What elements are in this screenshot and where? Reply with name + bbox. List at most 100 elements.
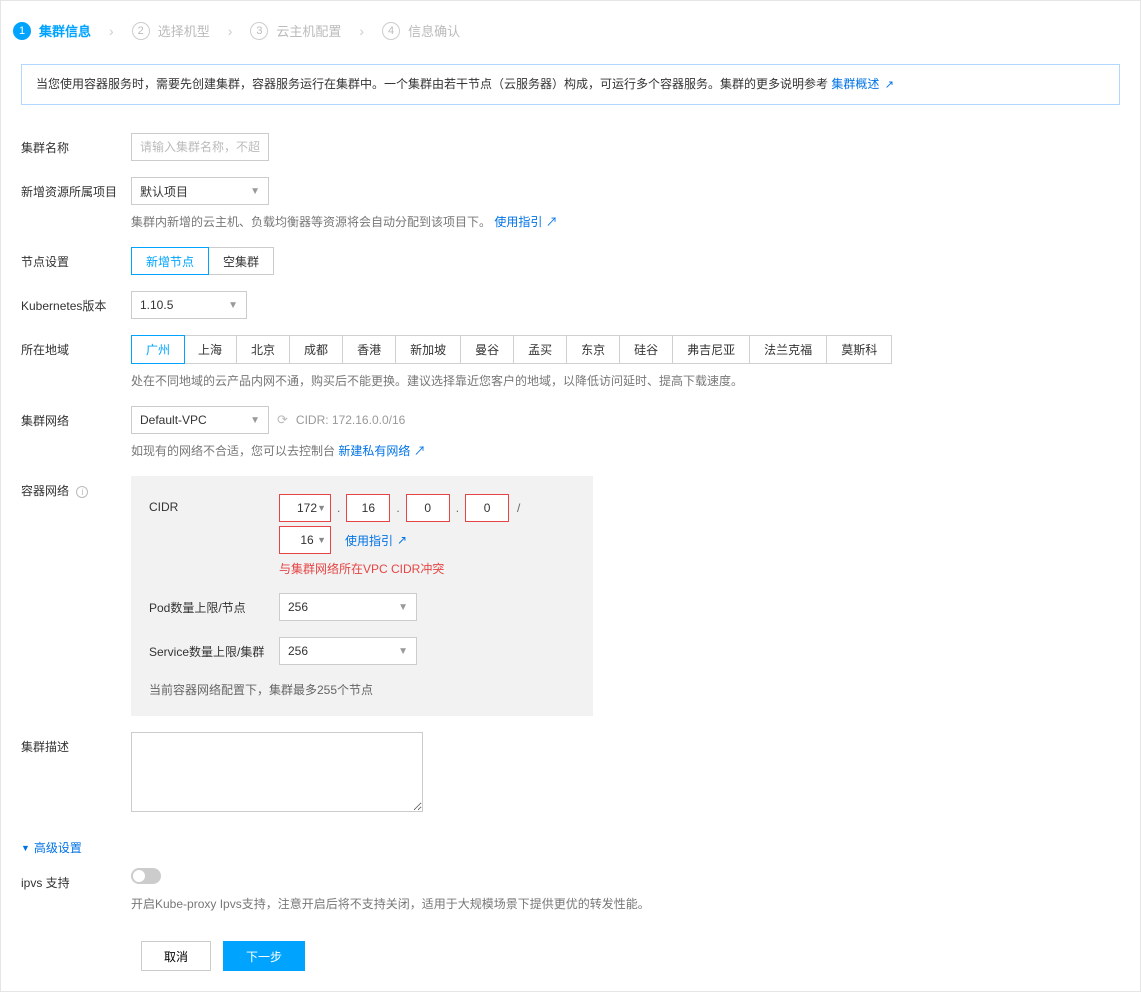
region-tab-virginia[interactable]: 弗吉尼亚 (673, 336, 750, 363)
region-tab-bangkok[interactable]: 曼谷 (461, 336, 514, 363)
network-select[interactable]: Default-VPC ▼ (131, 406, 269, 434)
cidr-octet-1-select[interactable]: 172 ▼ (279, 494, 331, 522)
cidr-error-text: 与集群网络所在VPC CIDR冲突 (279, 560, 575, 577)
cidr-dot: . (394, 501, 401, 515)
advanced-toggle[interactable]: ▼ 高级设置 (21, 839, 1120, 856)
info-banner-link[interactable]: 集群概述 (831, 77, 879, 91)
refresh-icon[interactable]: ⟳ (277, 412, 288, 428)
pods-limit-label: Pod数量上限/节点 (149, 599, 279, 616)
region-tab-hongkong[interactable]: 香港 (343, 336, 396, 363)
container-net-panel: CIDR 172 ▼ . 16 . 0 . (131, 476, 593, 716)
network-select-value: Default-VPC (140, 413, 207, 427)
region-tab-beijing[interactable]: 北京 (237, 336, 290, 363)
node-setting-label: 节点设置 (21, 247, 131, 270)
info-banner-text: 当您使用容器服务时，需要先创建集群，容器服务运行在集群中。一个集群由若干节点（云… (36, 77, 831, 91)
k8s-version-select[interactable]: 1.10.5 ▼ (131, 291, 247, 319)
external-link-icon: ↗ (885, 79, 894, 91)
region-tab-shanghai[interactable]: 上海 (184, 336, 237, 363)
step-2-number: 2 (132, 22, 150, 40)
network-help: 如现有的网络不合适，您可以去控制台 新建私有网络 ↗ (131, 442, 1120, 460)
node-setting-add-node[interactable]: 新增节点 (131, 247, 209, 275)
container-net-note: 当前容器网络配置下，集群最多255个节点 (149, 681, 575, 698)
network-cidr-text: CIDR: 172.16.0.0/16 (296, 413, 405, 427)
project-help-text: 集群内新增的云主机、负载均衡器等资源将会自动分配到该项目下。 (131, 215, 491, 229)
node-setting-empty-cluster[interactable]: 空集群 (208, 247, 274, 275)
region-tab-guangzhou[interactable]: 广州 (131, 335, 185, 364)
desc-label: 集群描述 (21, 732, 131, 755)
network-help-link[interactable]: 新建私有网络 (338, 444, 410, 458)
region-tabs: 广州 上海 北京 成都 香港 新加坡 曼谷 孟买 东京 硅谷 弗吉尼亚 法兰克福… (131, 335, 892, 364)
next-button[interactable]: 下一步 (223, 941, 305, 971)
region-help: 处在不同地域的云产品内网不通，购买后不能更换。建议选择靠近您客户的地域，以降低访… (131, 372, 1120, 390)
region-tab-tokyo[interactable]: 东京 (567, 336, 620, 363)
chevron-down-icon: ▼ (317, 503, 326, 513)
network-label: 集群网络 (21, 406, 131, 429)
info-banner: 当您使用容器服务时，需要先创建集群，容器服务运行在集群中。一个集群由若干节点（云… (21, 64, 1120, 105)
cidr-dot: . (335, 501, 342, 515)
triangle-down-icon: ▼ (21, 843, 30, 853)
region-tab-mumbai[interactable]: 孟买 (514, 336, 567, 363)
cidr-help-link[interactable]: 使用指引 (345, 532, 393, 549)
services-limit-value: 256 (288, 644, 308, 658)
step-4[interactable]: 4 信息确认 (382, 21, 460, 40)
step-separator-icon: › (228, 23, 233, 39)
cidr-mask-value: 16 (300, 533, 313, 547)
cidr-octet-3-input[interactable]: 0 (406, 494, 450, 522)
network-help-text: 如现有的网络不合适，您可以去控制台 (131, 444, 338, 458)
cidr-octet-2-input[interactable]: 16 (346, 494, 390, 522)
project-help: 集群内新增的云主机、负载均衡器等资源将会自动分配到该项目下。 使用指引 ↗ (131, 213, 1120, 231)
chevron-down-icon: ▼ (317, 535, 326, 545)
chevron-down-icon: ▼ (250, 415, 260, 426)
step-separator-icon: › (359, 23, 364, 39)
cluster-name-input[interactable] (131, 133, 269, 161)
cidr-octet-4-input[interactable]: 0 (465, 494, 509, 522)
desc-textarea[interactable] (131, 732, 423, 812)
ipvs-switch[interactable] (131, 868, 161, 884)
node-setting-segmented: 新增节点 空集群 (131, 247, 274, 275)
ipvs-help: 开启Kube-proxy Ipvs支持，注意开启后将不支持关闭，适用于大规模场景… (131, 895, 1120, 913)
step-3-number: 3 (250, 22, 268, 40)
pods-limit-select[interactable]: 256 ▼ (279, 593, 417, 621)
chevron-down-icon: ▼ (250, 186, 260, 197)
services-limit-label: Service数量上限/集群 (149, 643, 279, 660)
cidr-octet-1-value: 172 (297, 501, 317, 515)
container-net-label: 容器网络 i (21, 476, 131, 499)
container-net-label-text: 容器网络 (21, 484, 69, 498)
region-tab-singapore[interactable]: 新加坡 (396, 336, 461, 363)
stepper: 1 集群信息 › 2 选择机型 › 3 云主机配置 › 4 信息确认 (1, 1, 1140, 48)
services-limit-select[interactable]: 256 ▼ (279, 637, 417, 665)
project-select-value: 默认项目 (140, 183, 188, 200)
step-3-label: 云主机配置 (276, 21, 341, 40)
cidr-label: CIDR (149, 494, 279, 514)
region-label: 所在地域 (21, 335, 131, 358)
step-2-label: 选择机型 (158, 21, 210, 40)
project-label: 新增资源所属项目 (21, 177, 131, 200)
external-link-icon: ↗ (397, 533, 407, 547)
cluster-name-label: 集群名称 (21, 133, 131, 156)
chevron-down-icon: ▼ (228, 300, 238, 311)
ipvs-label: ipvs 支持 (21, 868, 131, 891)
pods-limit-value: 256 (288, 600, 308, 614)
project-help-link[interactable]: 使用指引 (494, 215, 542, 229)
step-2[interactable]: 2 选择机型 (132, 21, 210, 40)
step-1-number: 1 (13, 22, 31, 40)
k8s-version-label: Kubernetes版本 (21, 291, 131, 314)
k8s-version-value: 1.10.5 (140, 298, 173, 312)
external-link-icon: ↗ (546, 215, 558, 229)
step-1-label: 集群信息 (39, 21, 91, 40)
cidr-mask-select[interactable]: 16 ▼ (279, 526, 331, 554)
step-1[interactable]: 1 集群信息 (13, 21, 91, 40)
project-select[interactable]: 默认项目 ▼ (131, 177, 269, 205)
region-tab-chengdu[interactable]: 成都 (290, 336, 343, 363)
cancel-button[interactable]: 取消 (141, 941, 211, 971)
step-3[interactable]: 3 云主机配置 (250, 21, 341, 40)
region-tab-frankfurt[interactable]: 法兰克福 (750, 336, 827, 363)
step-separator-icon: › (109, 23, 114, 39)
chevron-down-icon: ▼ (398, 602, 408, 613)
info-icon[interactable]: i (76, 486, 88, 498)
cidr-slash: / (513, 501, 524, 515)
cidr-dot: . (454, 501, 461, 515)
step-4-number: 4 (382, 22, 400, 40)
region-tab-moscow[interactable]: 莫斯科 (827, 336, 891, 363)
region-tab-siliconvalley[interactable]: 硅谷 (620, 336, 673, 363)
